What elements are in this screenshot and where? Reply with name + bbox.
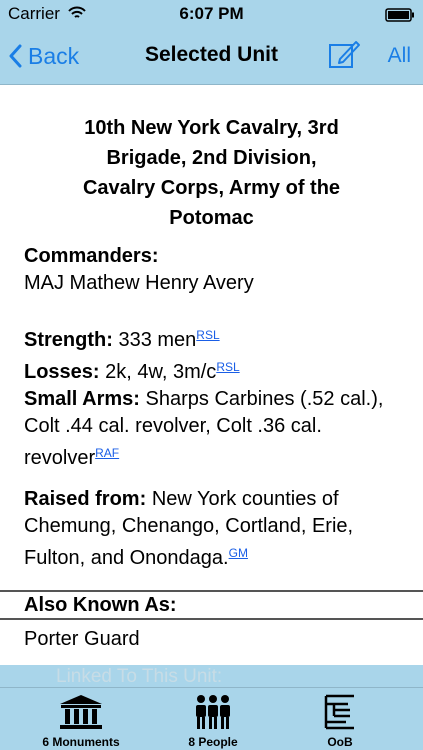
compose-icon <box>329 41 360 68</box>
unit-title-line: Cavalry Corps, Army of the <box>82 177 341 199</box>
raised-from-section: Raised from: New York counties of Chemun… <box>24 486 409 572</box>
unit-detail-content[interactable]: 10th New York Cavalry, 3rd Brigade, 2nd … <box>0 85 423 665</box>
also-known-as-value: Porter Guard <box>24 628 140 650</box>
tab-people[interactable]: 8 People <box>158 688 268 750</box>
strength-value: 333 men <box>118 329 197 351</box>
linked-to-unit-label: Linked To This Unit: <box>56 666 223 687</box>
tab-people-label: 8 People <box>188 735 238 749</box>
people-icon <box>196 695 230 729</box>
tab-monuments-label: 6 Monuments <box>42 735 120 749</box>
strength-row: Strength: 333 menRSL <box>24 322 409 354</box>
raised-from-ref-link[interactable]: GM <box>229 546 248 560</box>
navigation-bar: Back Selected Unit All <box>0 28 423 85</box>
strength-label: Strength: <box>24 329 113 351</box>
order-of-battle-icon <box>324 694 354 730</box>
unit-title-line: Brigade, 2nd Division, <box>106 147 317 169</box>
status-bar: Carrier 6:07 PM <box>0 0 423 28</box>
small-arms-ref-link[interactable]: RAF <box>95 446 119 460</box>
clock: 6:07 PM <box>179 4 244 23</box>
losses-label: Losses: <box>24 361 100 383</box>
monument-icon <box>60 695 102 729</box>
tab-oob[interactable]: OoB <box>290 688 390 750</box>
stats-section: Strength: 333 menRSL Losses: 2k, 4w, 3m/… <box>24 322 409 472</box>
small-arms-label: Small Arms: <box>24 388 140 410</box>
unit-title-line: Potomac <box>169 207 254 229</box>
losses-ref-link[interactable]: RSL <box>216 360 239 374</box>
strength-ref-link[interactable]: RSL <box>196 328 219 342</box>
tab-monuments[interactable]: 6 Monuments <box>26 688 136 750</box>
battery-icon <box>385 7 415 27</box>
losses-value: 2k, 4w, 3m/c <box>105 361 217 383</box>
tab-bar: 6 Monuments 8 People OoB <box>0 687 423 750</box>
small-arms-row: Small Arms: Sharps Carbines (.52 cal.), … <box>24 386 409 472</box>
linked-to-unit-header: Linked To This Unit: <box>0 665 423 687</box>
tab-oob-label: OoB <box>327 735 353 749</box>
unit-title: 10th New York Cavalry, 3rd Brigade, 2nd … <box>40 113 383 233</box>
commanders-label: Commanders: <box>24 245 159 267</box>
edit-button[interactable] <box>327 38 361 77</box>
commanders-section: Commanders: MAJ Mathew Henry Avery <box>24 243 409 297</box>
also-known-as-label: Also Known As: <box>24 594 177 616</box>
all-button[interactable]: All <box>388 44 411 68</box>
commanders-value: MAJ Mathew Henry Avery <box>24 272 254 294</box>
raised-from-label: Raised from: <box>24 488 147 510</box>
unit-title-line: 10th New York Cavalry, 3rd <box>84 117 339 139</box>
also-known-as-header: Also Known As: <box>0 590 423 620</box>
losses-row: Losses: 2k, 4w, 3m/cRSL <box>24 354 409 386</box>
